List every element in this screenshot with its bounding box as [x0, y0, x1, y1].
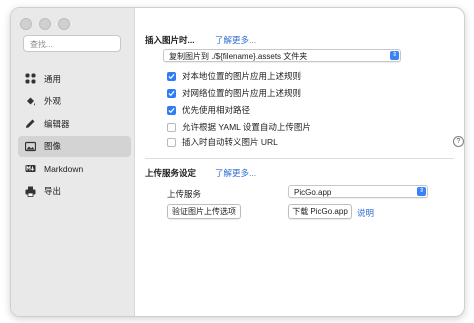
search-input[interactable]: 查找...: [23, 35, 121, 52]
explain-link[interactable]: 说明: [357, 207, 374, 219]
option-relative-path[interactable]: 优先使用相对路径: [167, 104, 250, 116]
option-escape-url[interactable]: 插入时自动转义图片 URL: [167, 136, 278, 148]
insert-image-learn-more-link[interactable]: 了解更多...: [215, 34, 256, 46]
help-icon[interactable]: ?: [453, 136, 464, 147]
checkbox-unchecked[interactable]: [167, 137, 176, 147]
zoom-window-button[interactable]: [58, 18, 70, 30]
sidebar-item-label: Markdown: [44, 163, 84, 174]
image-icon: [25, 141, 36, 152]
preferences-window: 查找... 通用 外观 编辑器 图像 Markdown 导出 插入图片时... …: [10, 7, 465, 317]
select-value: 复制图片到 ./${filename}.assets 文件夹: [169, 52, 308, 61]
checkbox-checked[interactable]: [167, 88, 176, 98]
insert-image-title: 插入图片时...: [145, 35, 195, 45]
option-network-images[interactable]: 对网络位置的图片应用上述规则: [167, 87, 301, 99]
sidebar-nav: 通用 外观 编辑器 图像 Markdown 导出: [18, 68, 131, 203]
chevron-updown-icon: ⇕: [417, 187, 426, 196]
sidebar-item-label: 导出: [44, 186, 62, 196]
download-picgo-button[interactable]: 下载 PicGo.app: [288, 204, 352, 219]
sidebar-item-export[interactable]: 导出: [18, 181, 131, 202]
insert-image-action-select[interactable]: 复制图片到 ./${filename}.assets 文件夹 ⇕: [163, 49, 401, 62]
window-controls: [20, 18, 70, 30]
verify-upload-button[interactable]: 验证图片上传选项: [167, 204, 241, 219]
sidebar-item-label: 通用: [44, 73, 62, 84]
option-label: 插入时自动转义图片 URL: [182, 137, 278, 147]
option-label: 对网络位置的图片应用上述规则: [182, 88, 302, 98]
option-label: 优先使用相对路径: [182, 105, 251, 115]
option-label: 允许根据 YAML 设置自动上传图片: [182, 122, 311, 132]
markdown-icon: [25, 163, 36, 174]
sidebar-item-label: 图像: [44, 141, 62, 151]
option-local-images[interactable]: 对本地位置的图片应用上述规则: [167, 70, 301, 82]
section-divider: [145, 158, 454, 159]
chevron-updown-icon: ⇕: [390, 51, 399, 60]
pencil-icon: [25, 118, 36, 129]
sidebar-item-markdown[interactable]: Markdown: [18, 158, 131, 179]
sidebar-item-appearance[interactable]: 外观: [18, 91, 131, 112]
upload-service-select[interactable]: PicGo.app ⇕: [288, 185, 428, 198]
sidebar-item-label: 外观: [44, 96, 62, 106]
checkbox-checked[interactable]: [167, 105, 176, 115]
select-value: PicGo.app: [294, 188, 332, 197]
upload-service-title: 上传服务设定: [145, 168, 197, 178]
settings-content: 插入图片时... 了解更多... 复制图片到 ./${filename}.ass…: [135, 8, 464, 316]
option-label: 对本地位置的图片应用上述规则: [182, 71, 302, 81]
grid-icon: [25, 73, 36, 84]
sidebar-item-editor[interactable]: 编辑器: [18, 113, 131, 134]
option-yaml-upload[interactable]: 允许根据 YAML 设置自动上传图片: [167, 121, 311, 133]
sidebar: 查找... 通用 外观 编辑器 图像 Markdown 导出: [11, 8, 135, 316]
paint-bucket-icon: [25, 96, 36, 107]
minimize-window-button[interactable]: [39, 18, 51, 30]
checkbox-unchecked[interactable]: [167, 122, 176, 132]
close-window-button[interactable]: [20, 18, 32, 30]
sidebar-item-image[interactable]: 图像: [18, 135, 131, 157]
printer-icon: [25, 186, 36, 197]
sidebar-item-label: 编辑器: [44, 118, 70, 129]
upload-service-label: 上传服务: [167, 189, 202, 199]
checkbox-checked[interactable]: [167, 71, 176, 81]
upload-service-learn-more-link[interactable]: 了解更多...: [215, 167, 256, 179]
sidebar-item-general[interactable]: 通用: [18, 68, 131, 89]
